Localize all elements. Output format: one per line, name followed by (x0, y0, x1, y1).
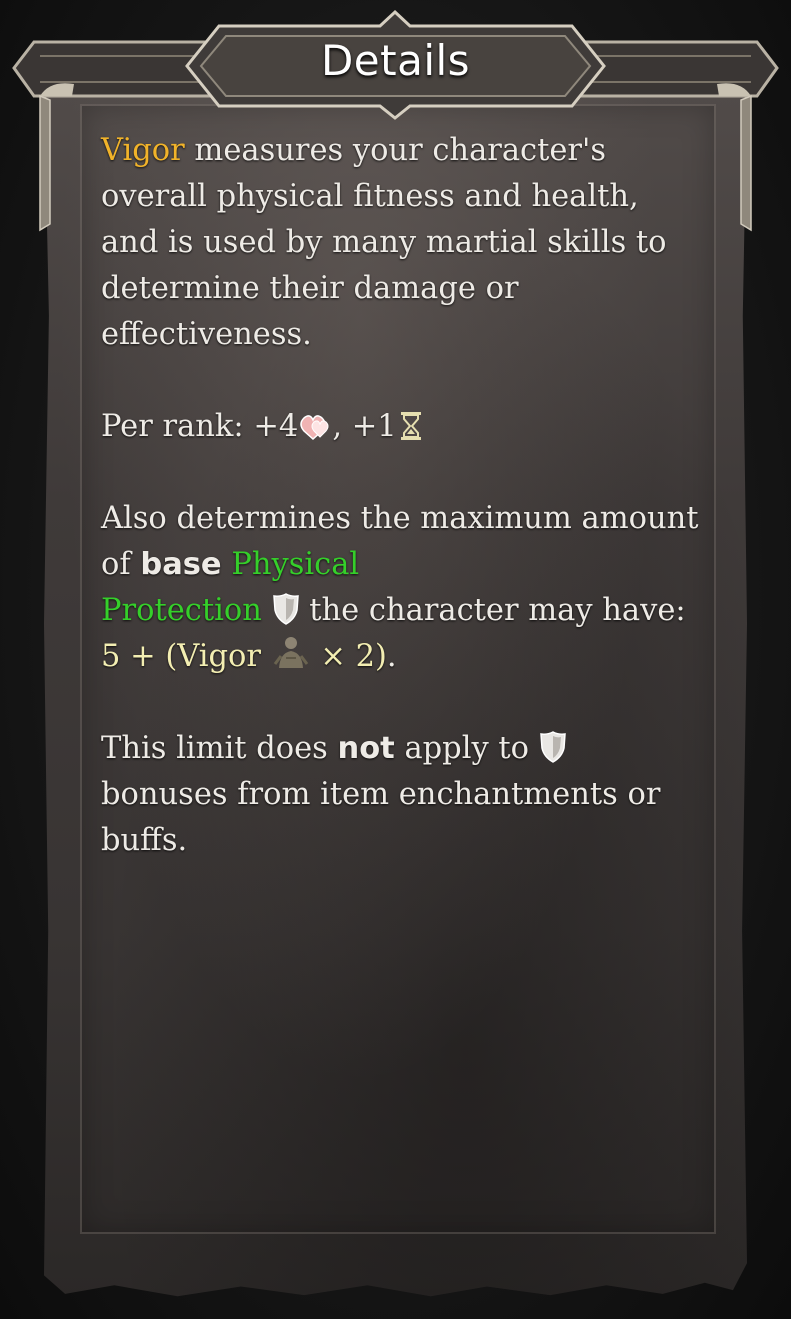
note-bold-not: not (337, 731, 395, 766)
window-title: Details (320, 36, 471, 85)
hourglass-icon (400, 412, 421, 440)
limit-bold-base: base (140, 547, 222, 582)
per-rank-separator: , (332, 409, 352, 444)
hearts-icon (300, 415, 329, 441)
intro-paragraph: Vigor measures your character's overall … (101, 128, 701, 358)
formula-end: . (386, 639, 397, 674)
shield-icon (272, 593, 299, 625)
protection-name-1: Physical (231, 547, 360, 582)
shield-icon (539, 731, 566, 763)
per-rank-ap: +1 (351, 409, 397, 444)
intro-text: measures your character's overall physic… (101, 133, 667, 352)
limit-space (222, 547, 232, 582)
vigor-figure-icon (273, 637, 308, 668)
per-rank-label: Per rank: (101, 409, 254, 444)
attribute-name: Vigor (101, 133, 185, 168)
per-rank-health: +4 (253, 409, 299, 444)
limit-paragraph: Also determines the maximum amount of ba… (101, 496, 701, 680)
per-rank-paragraph: Per rank: +4, +1 (101, 404, 701, 450)
note-paragraph: This limit does not apply to bonuses fro… (101, 726, 701, 864)
protection-name-2: Protection (101, 593, 262, 628)
formula-part-2: × 2) (310, 639, 387, 674)
formula-part-1: 5 + (Vigor (101, 639, 271, 674)
details-text: Vigor measures your character's overall … (101, 128, 701, 910)
note-text-2: apply to (394, 731, 539, 766)
note-text-1: This limit does (101, 731, 338, 766)
note-text-3: bonuses from item enchantments or buffs. (101, 777, 661, 858)
limit-text-2: the character may have: (299, 593, 686, 628)
